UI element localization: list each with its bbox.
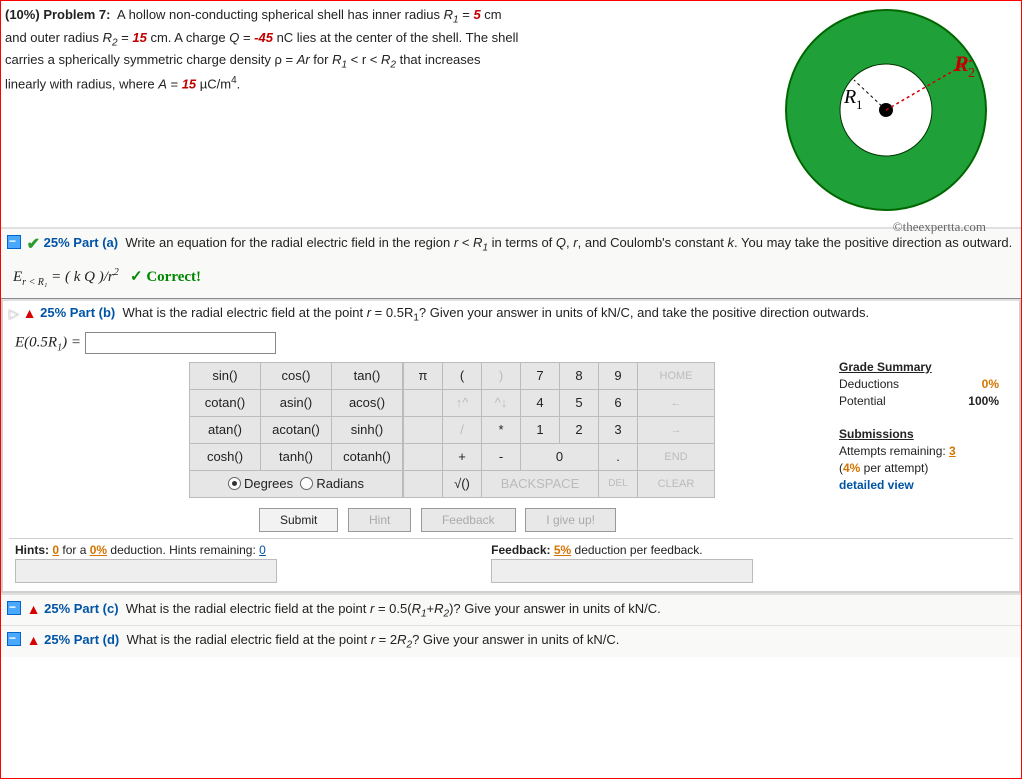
key-acos[interactable]: acos() (332, 389, 403, 416)
problem-header: (10%) Problem 7: A hollow non-conducting… (1, 1, 1021, 227)
key-up[interactable]: ↑^ (443, 389, 482, 416)
key-cosh[interactable]: cosh() (190, 443, 261, 470)
key-0[interactable]: 0 (521, 443, 599, 470)
key-pi[interactable]: π (404, 362, 443, 389)
key-del[interactable]: DEL (599, 470, 638, 497)
key-cotan[interactable]: cotan() (190, 389, 261, 416)
key-clear[interactable]: CLEAR (638, 470, 715, 497)
key-cos[interactable]: cos() (261, 362, 332, 389)
svg-text:R: R (843, 86, 856, 108)
key-6[interactable]: 6 (599, 389, 638, 416)
part-a: ✔ 25% Part (a) Write an equation for the… (1, 227, 1021, 299)
key-7[interactable]: 7 (521, 362, 560, 389)
warning-icon: ▲ (27, 632, 41, 648)
key-down[interactable]: ^↓ (482, 389, 521, 416)
key-div[interactable]: / (443, 416, 482, 443)
key-end[interactable]: END (638, 443, 715, 470)
key-tanh[interactable]: tanh() (261, 443, 332, 470)
angle-mode[interactable]: Degrees Radians (190, 470, 403, 497)
key-minus[interactable]: - (482, 443, 521, 470)
collapse-icon[interactable] (7, 601, 21, 615)
key-right[interactable]: → (638, 416, 715, 443)
detailed-view-link[interactable]: detailed view (839, 477, 999, 494)
warning-icon: ▲ (23, 305, 37, 321)
key-home[interactable]: HOME (638, 362, 715, 389)
key-plus[interactable]: + (443, 443, 482, 470)
key-tan[interactable]: tan() (332, 362, 403, 389)
svg-text:2: 2 (968, 66, 975, 81)
key-4[interactable]: 4 (521, 389, 560, 416)
feedback-display (491, 559, 753, 583)
key-sqrt[interactable]: √() (443, 470, 482, 497)
key-dot[interactable]: . (599, 443, 638, 470)
key-sin[interactable]: sin() (190, 362, 261, 389)
hints-row: Hints: 0 for a 0% deduction. Hints remai… (9, 538, 1013, 587)
part-d-title: 25% Part (d) (44, 632, 119, 647)
grade-title: Grade Summary (839, 359, 999, 376)
part-b-title: 25% Part (b) (40, 305, 115, 320)
part-d: ▲ 25% Part (d) What is the radial electr… (1, 625, 1021, 657)
key-rparen[interactable]: ) (482, 362, 521, 389)
answer-input[interactable] (85, 332, 276, 354)
key-backspace[interactable]: BACKSPACE (482, 470, 599, 497)
check-icon: ✔ (27, 236, 40, 253)
shell-diagram: R 1 R 2 (776, 5, 996, 215)
copyright-text: ©theexpertta.com (893, 219, 986, 235)
feedback-button[interactable]: Feedback (421, 508, 516, 532)
key-5[interactable]: 5 (560, 389, 599, 416)
key-9[interactable]: 9 (599, 362, 638, 389)
key-atan[interactable]: atan() (190, 416, 261, 443)
part-a-title: 25% Part (a) (44, 235, 118, 250)
collapse-icon[interactable] (7, 235, 21, 249)
key-sinh[interactable]: sinh() (332, 416, 403, 443)
part-c-title: 25% Part (c) (44, 601, 118, 616)
key-lparen[interactable]: ( (443, 362, 482, 389)
part-a-answer: Er < R₁ = ( k Q )/r2 ✓ Correct! (13, 265, 1015, 290)
numeric-keys: π()789HOME ↑^^↓456← /*123→ +-0.END √()BA… (403, 362, 715, 498)
key-cotanh[interactable]: cotanh() (332, 443, 403, 470)
svg-text:1: 1 (856, 97, 863, 112)
key-1[interactable]: 1 (521, 416, 560, 443)
key-asin[interactable]: asin() (261, 389, 332, 416)
key-2[interactable]: 2 (560, 416, 599, 443)
key-mul[interactable]: * (482, 416, 521, 443)
part-b-input-row: E(0.5R1) = (15, 332, 1013, 354)
key-acotan[interactable]: acotan() (261, 416, 332, 443)
correct-label: ✓ Correct! (130, 269, 201, 285)
grade-summary: Grade Summary Deductions0% Potential100%… (839, 359, 999, 493)
part-b: ▷ ▲ 25% Part (b) What is the radial elec… (1, 299, 1021, 593)
warning-icon: ▲ (27, 601, 41, 617)
svg-text:R: R (953, 51, 969, 76)
problem-statement: (10%) Problem 7: A hollow non-conducting… (5, 5, 645, 94)
expand-icon[interactable]: ▷ (9, 306, 19, 322)
part-c: ▲ 25% Part (c) What is the radial electr… (1, 593, 1021, 626)
hint-button[interactable]: Hint (348, 508, 411, 532)
key-left[interactable]: ← (638, 389, 715, 416)
function-keys: sin()cos()tan() cotan()asin()acos() atan… (189, 362, 403, 498)
collapse-icon[interactable] (7, 632, 21, 646)
action-buttons: Submit Hint Feedback I give up! (259, 508, 1013, 532)
key-8[interactable]: 8 (560, 362, 599, 389)
key-3[interactable]: 3 (599, 416, 638, 443)
hints-display (15, 559, 277, 583)
submit-button[interactable]: Submit (259, 508, 338, 532)
giveup-button[interactable]: I give up! (525, 508, 616, 532)
